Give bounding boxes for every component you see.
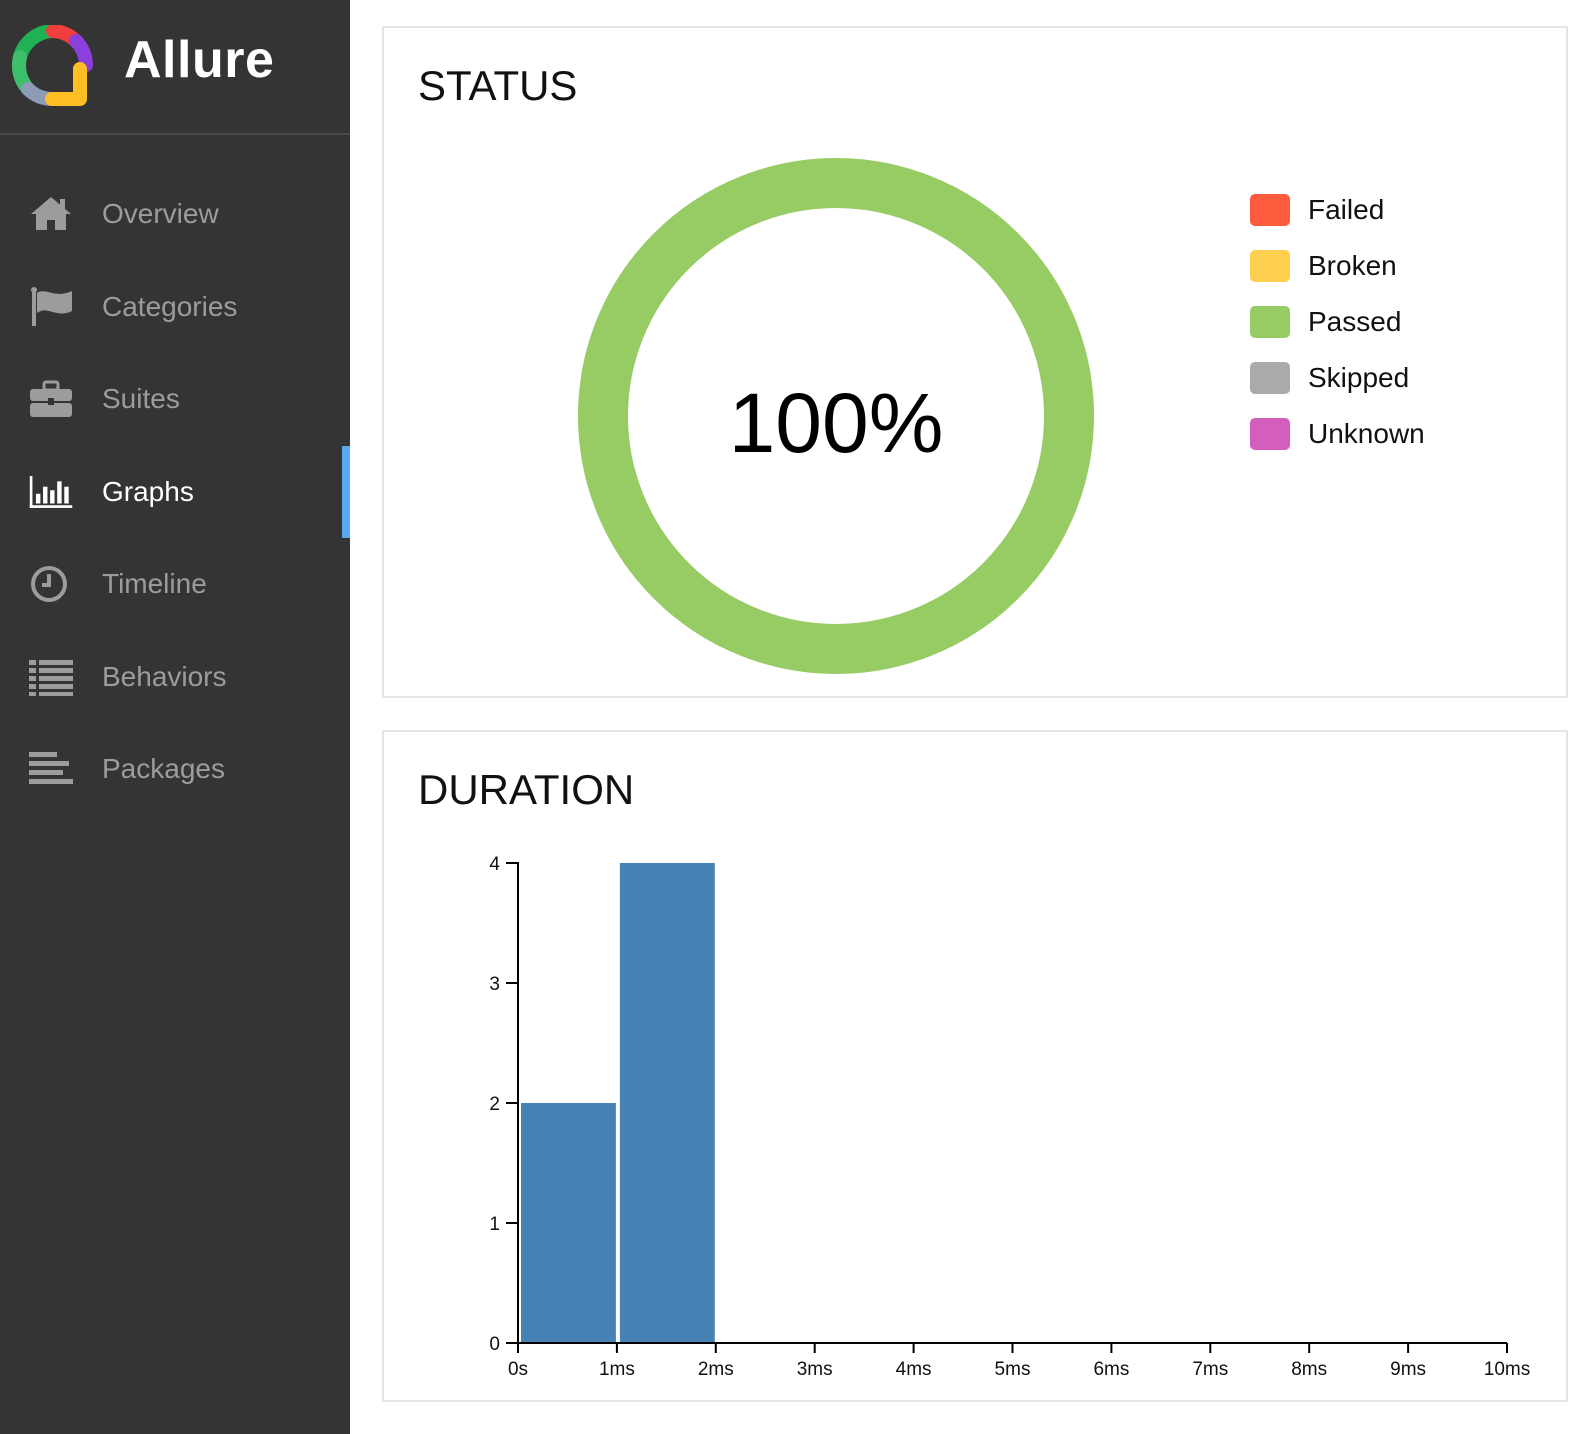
y-tick-label: 2 — [489, 1094, 500, 1115]
sidebar-item-label: Suites — [102, 383, 180, 414]
x-tick-label: 0s — [508, 1359, 528, 1380]
status-title: STATUS — [418, 62, 578, 109]
sidebar-nav: Overview Categories Suites Graphs Timeli… — [0, 168, 350, 816]
list-icon — [29, 659, 73, 696]
x-tick-label: 1ms — [599, 1359, 635, 1380]
duration-histogram: 0 1 2 3 4 0s 1ms 2ms 3ms 4ms 5ms 6ms 7ms 8ms 9ms 10ms — [489, 854, 1530, 1380]
app-name: Allure — [124, 31, 275, 89]
sidebar-item-packages[interactable]: Packages — [0, 723, 350, 816]
status-donut-chart: 100% — [578, 158, 1094, 674]
sidebar-item-graphs[interactable]: Graphs — [0, 445, 350, 539]
duration-widget: DURATION 0 1 2 3 4 0s 1ms 2ms 3ms 4ms 5ms 6ms 7ms 8ms… — [382, 730, 1568, 1402]
status-legend: Failed Broken Passed Skipped Unknown — [1250, 194, 1510, 474]
legend-label: Skipped — [1308, 362, 1410, 393]
y-tick-label: 0 — [489, 1334, 500, 1355]
sidebar-item-label: Graphs — [102, 475, 194, 507]
bar-chart-icon — [29, 475, 73, 508]
legend-swatch — [1250, 194, 1290, 226]
legend-item-failed[interactable]: Failed — [1250, 194, 1510, 250]
legend-label: Failed — [1308, 194, 1385, 225]
legend-swatch — [1250, 250, 1290, 282]
legend-swatch — [1250, 362, 1290, 394]
histogram-bar[interactable] — [619, 863, 715, 1343]
sidebar-item-label: Categories — [102, 290, 238, 322]
status-percent-label: 100% — [729, 376, 944, 470]
x-tick-label: 2ms — [698, 1359, 734, 1380]
home-icon — [31, 197, 71, 230]
sidebar-item-timeline[interactable]: Timeline — [0, 538, 350, 631]
legend-swatch — [1250, 306, 1290, 338]
x-tick-label: 9ms — [1390, 1359, 1426, 1380]
legend-item-passed[interactable]: Passed — [1250, 306, 1510, 362]
x-tick-label: 6ms — [1093, 1359, 1129, 1380]
x-tick-label: 3ms — [797, 1359, 833, 1380]
y-tick-label: 3 — [489, 974, 500, 995]
sidebar-item-categories[interactable]: Categories — [0, 261, 350, 354]
x-tick-label: 7ms — [1192, 1359, 1228, 1380]
x-tick-label: 4ms — [896, 1359, 932, 1380]
y-tick-label: 1 — [489, 1214, 500, 1235]
legend-label: Passed — [1308, 306, 1402, 337]
legend-item-unknown[interactable]: Unknown — [1250, 418, 1510, 474]
brand[interactable]: Allure — [0, 0, 350, 135]
x-tick-label: 5ms — [995, 1359, 1031, 1380]
y-tick-label: 4 — [489, 854, 500, 875]
legend-label: Unknown — [1308, 418, 1425, 449]
legend-item-broken[interactable]: Broken — [1250, 250, 1510, 306]
align-left-icon — [29, 752, 73, 784]
allure-logo-icon — [12, 25, 93, 106]
sidebar-item-suites[interactable]: Suites — [0, 353, 350, 446]
sidebar-item-label: Behaviors — [102, 660, 227, 692]
legend-label: Broken — [1308, 250, 1397, 281]
clock-icon — [31, 566, 67, 602]
briefcase-icon — [30, 380, 72, 417]
legend-swatch — [1250, 418, 1290, 450]
sidebar-item-label: Timeline — [102, 568, 207, 599]
legend-item-skipped[interactable]: Skipped — [1250, 362, 1510, 418]
x-tick-label: 8ms — [1291, 1359, 1327, 1380]
sidebar-item-overview[interactable]: Overview — [0, 168, 350, 261]
sidebar-item-label: Overview — [102, 198, 219, 229]
sidebar-item-label: Packages — [102, 753, 225, 784]
histogram-bar[interactable] — [521, 1103, 616, 1343]
sidebar: Allure Overview Categories Suites Graphs… — [0, 0, 350, 1434]
flag-icon — [31, 286, 72, 326]
x-tick-label: 10ms — [1484, 1359, 1530, 1380]
sidebar-item-behaviors[interactable]: Behaviors — [0, 631, 350, 724]
status-widget: STATUS 100% Failed Broken Passed Skipped… — [382, 26, 1568, 698]
